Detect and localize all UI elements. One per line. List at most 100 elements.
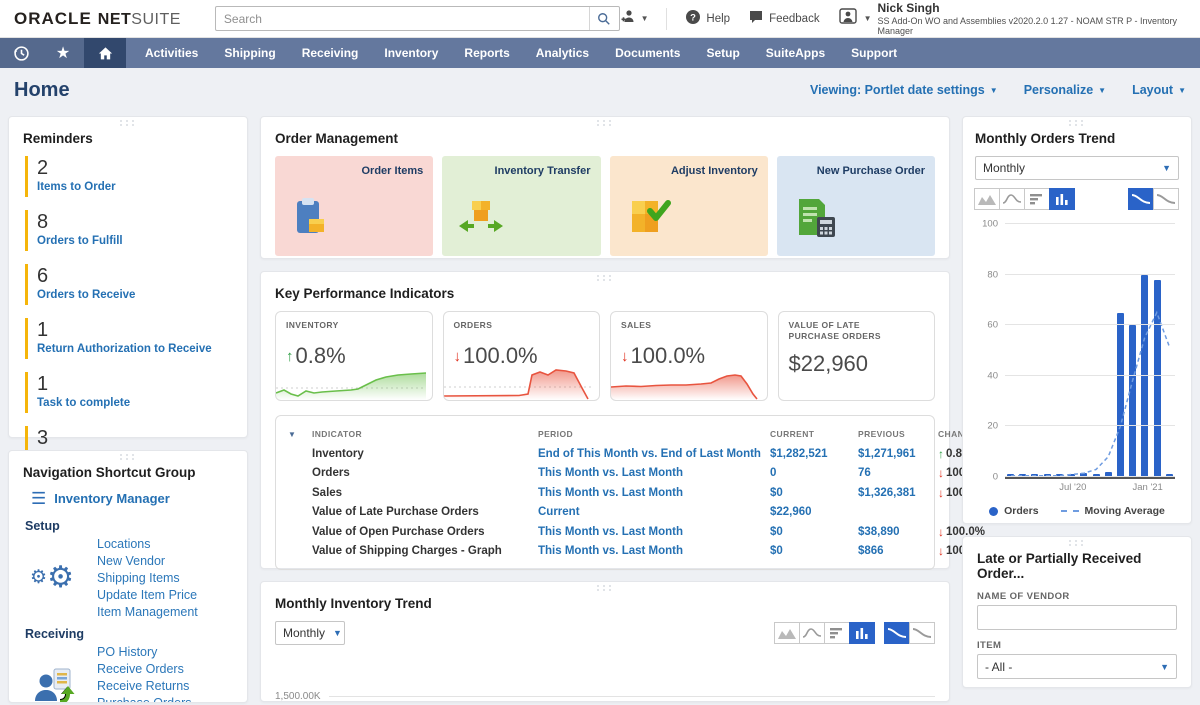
cell-previous[interactable]: $866 bbox=[858, 545, 938, 557]
link-locations[interactable]: Locations bbox=[97, 537, 198, 551]
area-chart-toggle-icon[interactable] bbox=[774, 622, 800, 644]
kpi-card-sales[interactable]: SALES ↓ 100.0% bbox=[610, 311, 768, 401]
nav-item-analytics[interactable]: Analytics bbox=[523, 38, 602, 68]
help-button[interactable]: ? Help bbox=[685, 9, 730, 28]
cell-previous[interactable]: 76 bbox=[858, 467, 938, 479]
inventory-manager-link[interactable]: ☰ Inventory Manager bbox=[31, 490, 233, 507]
line-chart-toggle-icon[interactable] bbox=[999, 188, 1025, 210]
vbar-chart-toggle-icon[interactable] bbox=[1049, 188, 1075, 210]
tile-adjust-inventory[interactable]: Adjust Inventory bbox=[610, 156, 768, 256]
cell-current[interactable]: $1,282,521 bbox=[770, 448, 858, 460]
link-purchase-orders[interactable]: Purchase Orders bbox=[97, 696, 198, 703]
cell-current[interactable]: $22,960 bbox=[770, 506, 858, 518]
reminder-orders-to-fulfill[interactable]: 8 Orders to Fulfill bbox=[25, 210, 233, 251]
cell-current[interactable]: $0 bbox=[770, 545, 858, 557]
nav-item-documents[interactable]: Documents bbox=[602, 38, 693, 68]
drag-handle[interactable] bbox=[1069, 120, 1085, 126]
recent-records-icon[interactable] bbox=[0, 38, 42, 68]
kpi-card-late-po-value[interactable]: VALUE OF LATE PURCHASE ORDERS $22,960 bbox=[778, 311, 936, 401]
cell-period[interactable]: This Month vs. Last Month bbox=[538, 526, 770, 538]
cell-period[interactable]: This Month vs. Last Month bbox=[538, 487, 770, 499]
kpi-card-value: $22,960 bbox=[789, 351, 869, 377]
cell-previous[interactable]: $1,326,381 bbox=[858, 487, 938, 499]
area-chart-toggle-icon[interactable] bbox=[974, 188, 1000, 210]
kpi-card-orders[interactable]: ORDERS ↓ 100.0% bbox=[443, 311, 601, 401]
drag-handle[interactable] bbox=[120, 454, 136, 460]
cell-period[interactable]: Current bbox=[538, 506, 770, 518]
hbar-chart-toggle-icon[interactable] bbox=[824, 622, 850, 644]
table-row[interactable]: Inventory End of This Month vs. End of L… bbox=[288, 444, 922, 464]
reminder-orders-to-receive[interactable]: 6 Orders to Receive bbox=[25, 264, 233, 305]
table-row[interactable]: Value of Shipping Charges - Graph This M… bbox=[288, 542, 922, 562]
reminder-task-to-complete[interactable]: 1 Task to complete bbox=[25, 372, 233, 413]
link-receive-orders[interactable]: Receive Orders bbox=[97, 662, 198, 676]
drag-handle[interactable] bbox=[597, 275, 613, 281]
link-new-vendor[interactable]: New Vendor bbox=[97, 554, 198, 568]
drag-handle[interactable] bbox=[1069, 540, 1085, 546]
drag-handle[interactable] bbox=[597, 585, 613, 591]
nav-item-shipping[interactable]: Shipping bbox=[211, 38, 288, 68]
legend-moving-average[interactable]: Moving Average bbox=[1061, 505, 1165, 517]
cell-period[interactable]: End of This Month vs. End of Last Month bbox=[538, 448, 770, 460]
link-shipping-items[interactable]: Shipping Items bbox=[97, 571, 198, 585]
roles-menu[interactable]: ▼ bbox=[620, 9, 649, 28]
layout-menu[interactable]: Layout ▼ bbox=[1132, 83, 1186, 97]
link-receive-returns[interactable]: Receive Returns bbox=[97, 679, 198, 693]
tile-inventory-transfer[interactable]: Inventory Transfer bbox=[442, 156, 600, 256]
table-row[interactable]: Value of Open Purchase Orders This Month… bbox=[288, 522, 922, 542]
vbar-chart-toggle-icon[interactable] bbox=[849, 622, 875, 644]
cell-current[interactable]: $0 bbox=[770, 526, 858, 538]
nav-item-support[interactable]: Support bbox=[838, 38, 910, 68]
cell-current[interactable]: 0 bbox=[770, 467, 858, 479]
legend-orders[interactable]: Orders bbox=[989, 505, 1038, 517]
drag-handle[interactable] bbox=[597, 120, 613, 126]
reminder-label: Orders to Fulfill bbox=[37, 235, 233, 247]
cell-period[interactable]: This Month vs. Last Month bbox=[538, 545, 770, 557]
nav-item-receiving[interactable]: Receiving bbox=[289, 38, 372, 68]
reminder-items-to-order[interactable]: 2 Items to Order bbox=[25, 156, 233, 197]
nav-item-activities[interactable]: Activities bbox=[132, 38, 211, 68]
item-select[interactable]: - All - ▼ bbox=[977, 654, 1177, 679]
nav-item-reports[interactable]: Reports bbox=[451, 38, 522, 68]
period-select[interactable]: Monthly ▼ bbox=[975, 156, 1179, 180]
cell-period[interactable]: This Month vs. Last Month bbox=[538, 467, 770, 479]
feedback-button[interactable]: Feedback bbox=[748, 9, 820, 28]
period-select[interactable]: Monthly ▼ bbox=[275, 621, 345, 645]
drag-handle[interactable] bbox=[120, 120, 136, 126]
trendline-off-toggle-icon[interactable] bbox=[909, 622, 935, 644]
tile-new-purchase-order[interactable]: New Purchase Order bbox=[777, 156, 935, 256]
cell-current[interactable]: $0 bbox=[770, 487, 858, 499]
tile-order-items[interactable]: Order Items bbox=[275, 156, 433, 256]
kpi-table-header: ▼ INDICATOR PERIOD CURRENT PREVIOUS CHAN… bbox=[288, 424, 922, 444]
order-management-title: Order Management bbox=[275, 131, 935, 146]
vendor-input[interactable] bbox=[977, 605, 1177, 630]
table-row[interactable]: Sales This Month vs. Last Month $0 $1,32… bbox=[288, 483, 922, 503]
search-input[interactable] bbox=[216, 12, 589, 26]
line-chart-toggle-icon[interactable] bbox=[799, 622, 825, 644]
hbar-chart-toggle-icon[interactable] bbox=[1024, 188, 1050, 210]
trendline-off-toggle-icon[interactable] bbox=[1153, 188, 1179, 210]
trendline-on-toggle-icon[interactable] bbox=[1128, 188, 1154, 210]
personalize-menu[interactable]: Personalize ▼ bbox=[1024, 83, 1106, 97]
shortcuts-star-icon[interactable]: ★ bbox=[42, 38, 84, 68]
link-update-item-price[interactable]: Update Item Price bbox=[97, 588, 198, 602]
nav-item-suiteapps[interactable]: SuiteApps bbox=[753, 38, 838, 68]
cell-previous[interactable]: $1,271,961 bbox=[858, 448, 938, 460]
nav-item-inventory[interactable]: Inventory bbox=[371, 38, 451, 68]
user-menu[interactable]: ▼ Nick Singh SS Add-On WO and Assemblies… bbox=[838, 1, 1186, 36]
cell-previous[interactable]: $38,890 bbox=[858, 526, 938, 538]
reminder-return-authorization[interactable]: 1 Return Authorization to Receive bbox=[25, 318, 233, 359]
viewing-settings-menu[interactable]: Viewing: Portlet date settings ▼ bbox=[810, 83, 998, 97]
filter-caret-icon[interactable]: ▼ bbox=[288, 430, 312, 439]
link-po-history[interactable]: PO History bbox=[97, 645, 198, 659]
home-tab-icon[interactable] bbox=[84, 38, 126, 68]
nav-item-setup[interactable]: Setup bbox=[693, 38, 752, 68]
kpi-card-inventory[interactable]: INVENTORY ↑ 0.8% bbox=[275, 311, 433, 401]
trendline-on-toggle-icon[interactable] bbox=[884, 622, 910, 644]
link-item-management[interactable]: Item Management bbox=[97, 605, 198, 619]
header-divider bbox=[666, 8, 667, 30]
table-row[interactable]: Orders This Month vs. Last Month 0 76 ↓1… bbox=[288, 464, 922, 484]
moving-average-path bbox=[1011, 313, 1169, 476]
table-row[interactable]: Value of Late Purchase Orders Current $2… bbox=[288, 503, 922, 523]
search-icon[interactable] bbox=[589, 7, 619, 30]
